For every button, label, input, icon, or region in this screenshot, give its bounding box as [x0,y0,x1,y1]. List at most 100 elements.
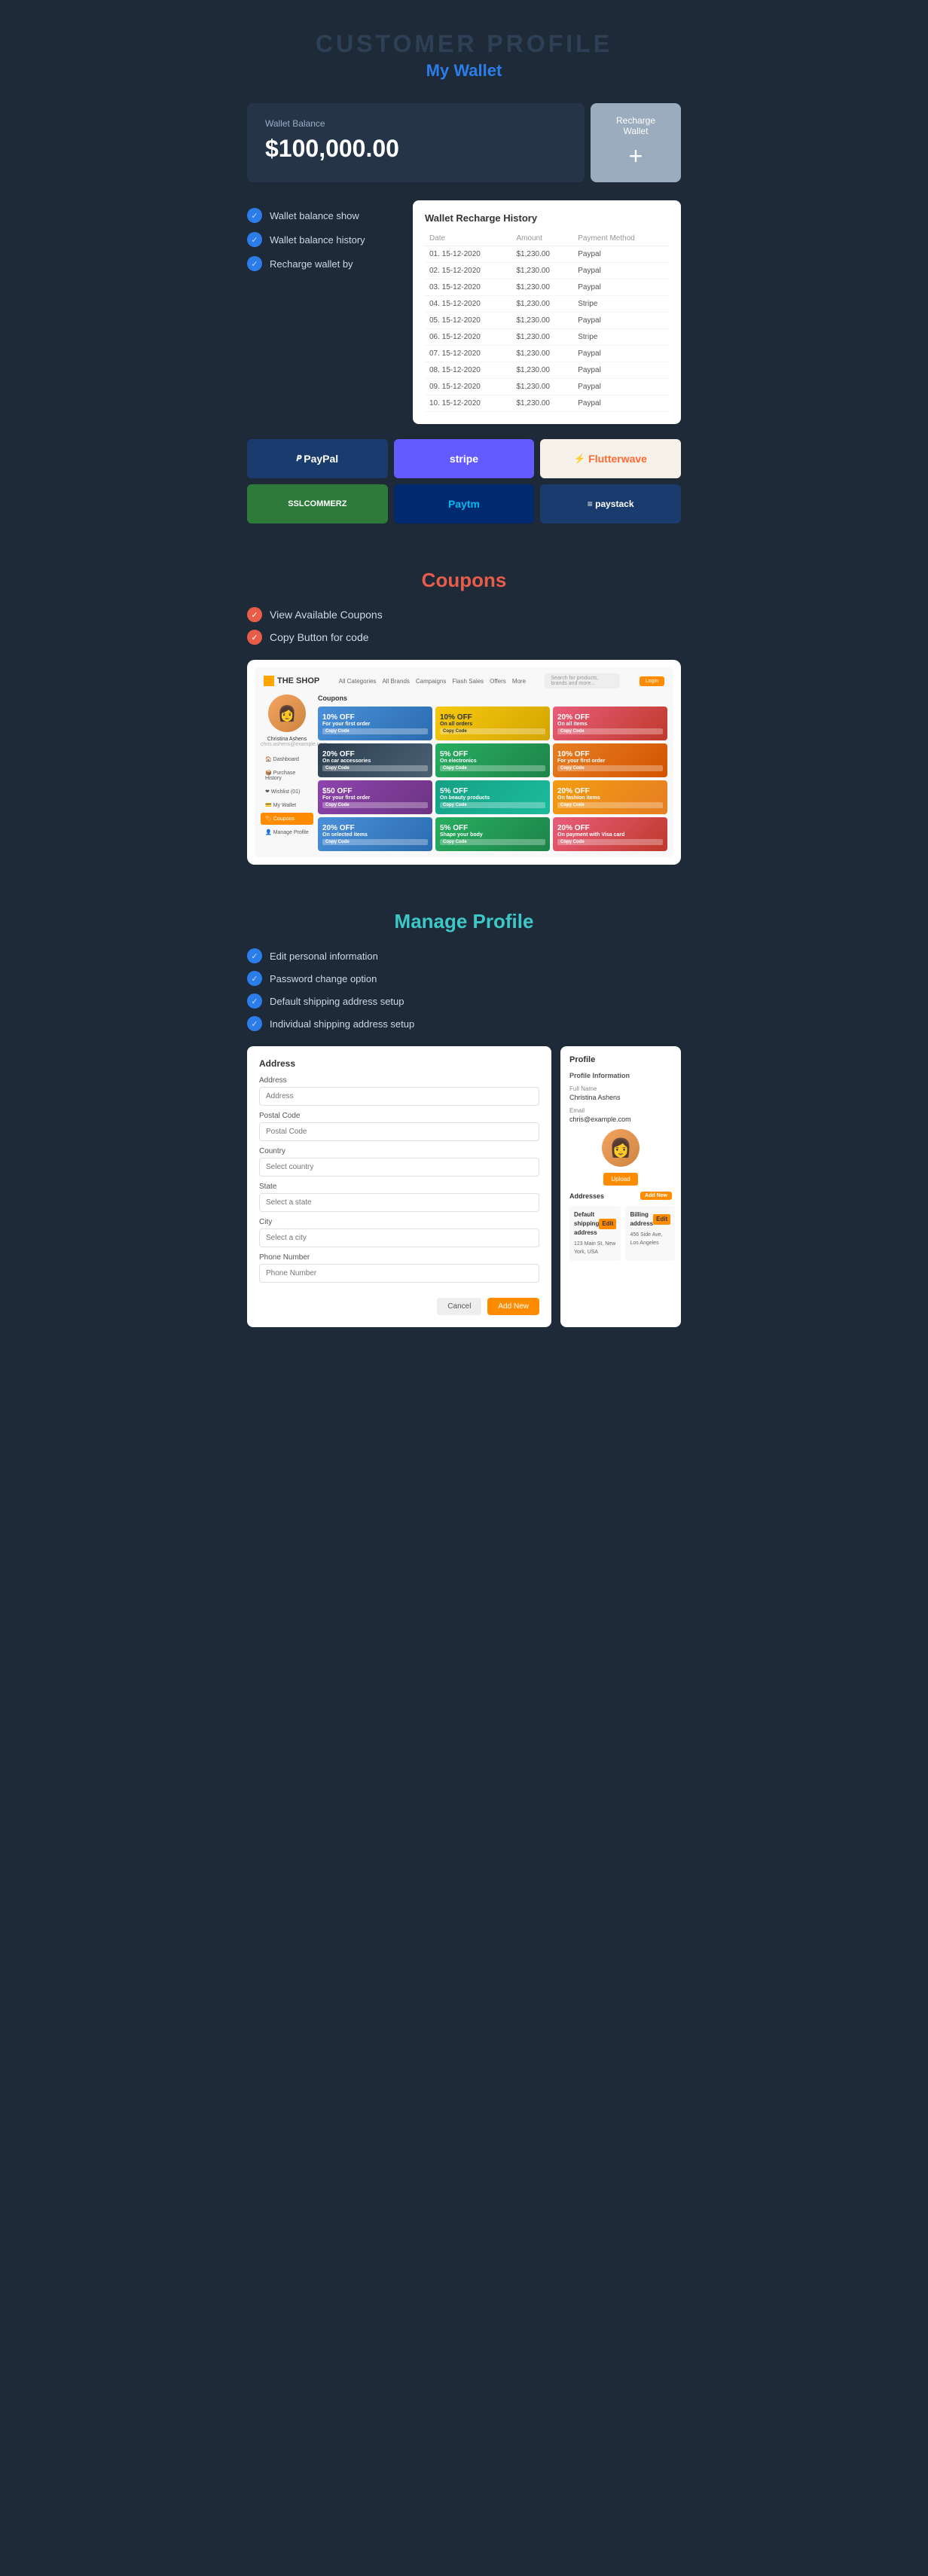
billing-address-header: Billing address Edit [630,1210,670,1228]
profile-field-name: Full Name [569,1085,672,1092]
sidebar-manage-profile[interactable]: 👤 Manage Profile [261,826,313,838]
screenshot-login-btn: Login [640,676,664,686]
coupon-discount: 20% OFF [322,824,428,832]
cell-amount: $1,230.00 [512,346,574,362]
sidebar-purchase[interactable]: 📦 Purchase History [261,767,313,784]
form-actions: Cancel Add New [259,1298,539,1315]
upload-button[interactable]: Upload [603,1173,637,1186]
profile-feature-3: ✓ Default shipping address setup [247,993,681,1009]
copy-code-button[interactable]: Copy Code [557,802,663,808]
stripe-logo[interactable]: stripe [394,439,535,478]
history-title: Wallet Recharge History [425,212,669,224]
wallet-cards: Wallet Balance $100,000.00 Recharge Wall… [247,103,681,182]
profile-field-email: Email [569,1107,672,1114]
profile-feature-2: ✓ Password change option [247,971,681,986]
address-input[interactable] [259,1087,539,1106]
coupon-item: 20% OFF On all items Copy Code [553,707,667,740]
coupons-section: Coupons ✓ View Available Coupons ✓ Copy … [232,546,696,887]
table-row: 04. 15-12-2020 $1,230.00 Stripe [425,296,669,313]
sslcommerz-logo[interactable]: SSLCOMMERZ [247,484,388,523]
wallet-feature-2: ✓ Wallet balance history [247,232,398,247]
profile-info-card: Profile Profile Information Full Name Ch… [560,1046,681,1327]
country-label: Country [259,1147,539,1155]
check-icon-red: ✓ [247,607,262,622]
check-icon-red: ✓ [247,630,262,645]
billing-address-label: Billing address [630,1210,653,1228]
coupon-label: On all items [557,722,663,727]
cell-amount: $1,230.00 [512,395,574,412]
profile-feature-label-3: Default shipping address setup [270,996,404,1007]
city-select[interactable] [259,1228,539,1247]
paypal-logo[interactable]: 𝑷 PayPal [247,439,388,478]
check-icon: ✓ [247,971,262,986]
profile-features: ✓ Edit personal information ✓ Password c… [247,948,681,1031]
wallet-feature-3: ✓ Recharge wallet by [247,256,398,271]
copy-code-button[interactable]: Copy Code [440,765,545,771]
coupon-feature-2: ✓ Copy Button for code [247,630,681,645]
coupon-label: On electronics [440,758,545,764]
coupon-item: 20% OFF On fashion items Copy Code [553,780,667,814]
cell-amount: $1,230.00 [512,362,574,379]
copy-code-button[interactable]: Copy Code [557,728,663,734]
coupon-feature-1: ✓ View Available Coupons [247,607,681,622]
add-new-button[interactable]: Add New [487,1298,539,1315]
payment-logos: 𝑷 PayPal stripe ⚡ Flutterwave SSLCOMMERZ… [247,439,681,523]
postal-code-input[interactable] [259,1122,539,1141]
phone-input[interactable] [259,1264,539,1283]
copy-code-button[interactable]: Copy Code [322,765,428,771]
copy-code-button[interactable]: Copy Code [557,839,663,845]
sidebar-wishlist[interactable]: ❤ Wishlist (01) [261,786,313,798]
coupon-item: $50 OFF For your first order Copy Code [318,780,432,814]
cell-method: Paypal [573,313,669,329]
profile-feature-label-1: Edit personal information [270,951,378,962]
flutterwave-logo[interactable]: ⚡ Flutterwave [540,439,681,478]
coupon-discount: $50 OFF [322,787,428,795]
wallet-content: ✓ Wallet balance show ✓ Wallet balance h… [247,200,681,424]
city-label: City [259,1218,539,1226]
coupon-features: ✓ View Available Coupons ✓ Copy Button f… [247,607,681,645]
cancel-button[interactable]: Cancel [437,1298,481,1315]
screenshot-nav: All Categories All Brands Campaigns Flas… [339,678,526,685]
check-icon: ✓ [247,993,262,1009]
address-card-header: Default shipping address Edit [574,1210,616,1238]
cell-method: Paypal [573,362,669,379]
page-header: CUSTOMER PROFILE My Wallet [232,0,696,96]
country-select[interactable] [259,1158,539,1177]
cell-date: 07. 15-12-2020 [425,346,512,362]
wallet-section: Wallet Balance $100,000.00 Recharge Wall… [232,96,696,546]
profile-value-email: chris@example.com [569,1116,672,1123]
coupon-item: 10% OFF For your first order Copy Code [553,743,667,777]
coupon-discount: 10% OFF [557,750,663,758]
table-row: 06. 15-12-2020 $1,230.00 Stripe [425,329,669,346]
profile-feature-4: ✓ Individual shipping address setup [247,1016,681,1031]
sidebar-dashboard[interactable]: 🏠 Dashboard [261,753,313,765]
paystack-logo[interactable]: ≡ paystack [540,484,681,523]
coupon-sidebar: 👩 Christina Ashenschris.ashens@example.c… [261,694,313,851]
copy-code-button[interactable]: Copy Code [440,802,545,808]
edit-billing-button[interactable]: Edit [653,1214,670,1225]
sidebar-wallet[interactable]: 💳 My Wallet [261,799,313,811]
copy-code-button[interactable]: Copy Code [322,728,428,734]
history-table: Date Amount Payment Method 01. 15-12-202… [425,231,669,412]
copy-code-button[interactable]: Copy Code [322,802,428,808]
sidebar-coupons[interactable]: 🏷 Coupons [261,813,313,825]
table-row: 09. 15-12-2020 $1,230.00 Paypal [425,379,669,395]
cell-method: Paypal [573,379,669,395]
cell-method: Paypal [573,279,669,296]
copy-code-button[interactable]: Copy Code [557,765,663,771]
paytm-logo[interactable]: Paytm [394,484,535,523]
recharge-wallet-button[interactable]: Recharge Wallet + [591,103,681,182]
coupon-label: For your first order [322,722,428,727]
coupon-feature-label-2: Copy Button for code [270,631,369,643]
add-address-button[interactable]: Add New [640,1192,672,1200]
cell-date: 01. 15-12-2020 [425,246,512,263]
cell-amount: $1,230.00 [512,279,574,296]
coupon-item: 20% OFF On payment with Visa card Copy C… [553,817,667,851]
plus-icon: + [629,142,643,170]
form-title: Address [259,1058,539,1069]
copy-code-button[interactable]: Copy Code [440,839,545,845]
copy-code-button[interactable]: Copy Code [440,728,545,734]
copy-code-button[interactable]: Copy Code [322,839,428,845]
state-select[interactable] [259,1193,539,1212]
edit-address-button[interactable]: Edit [599,1219,616,1229]
